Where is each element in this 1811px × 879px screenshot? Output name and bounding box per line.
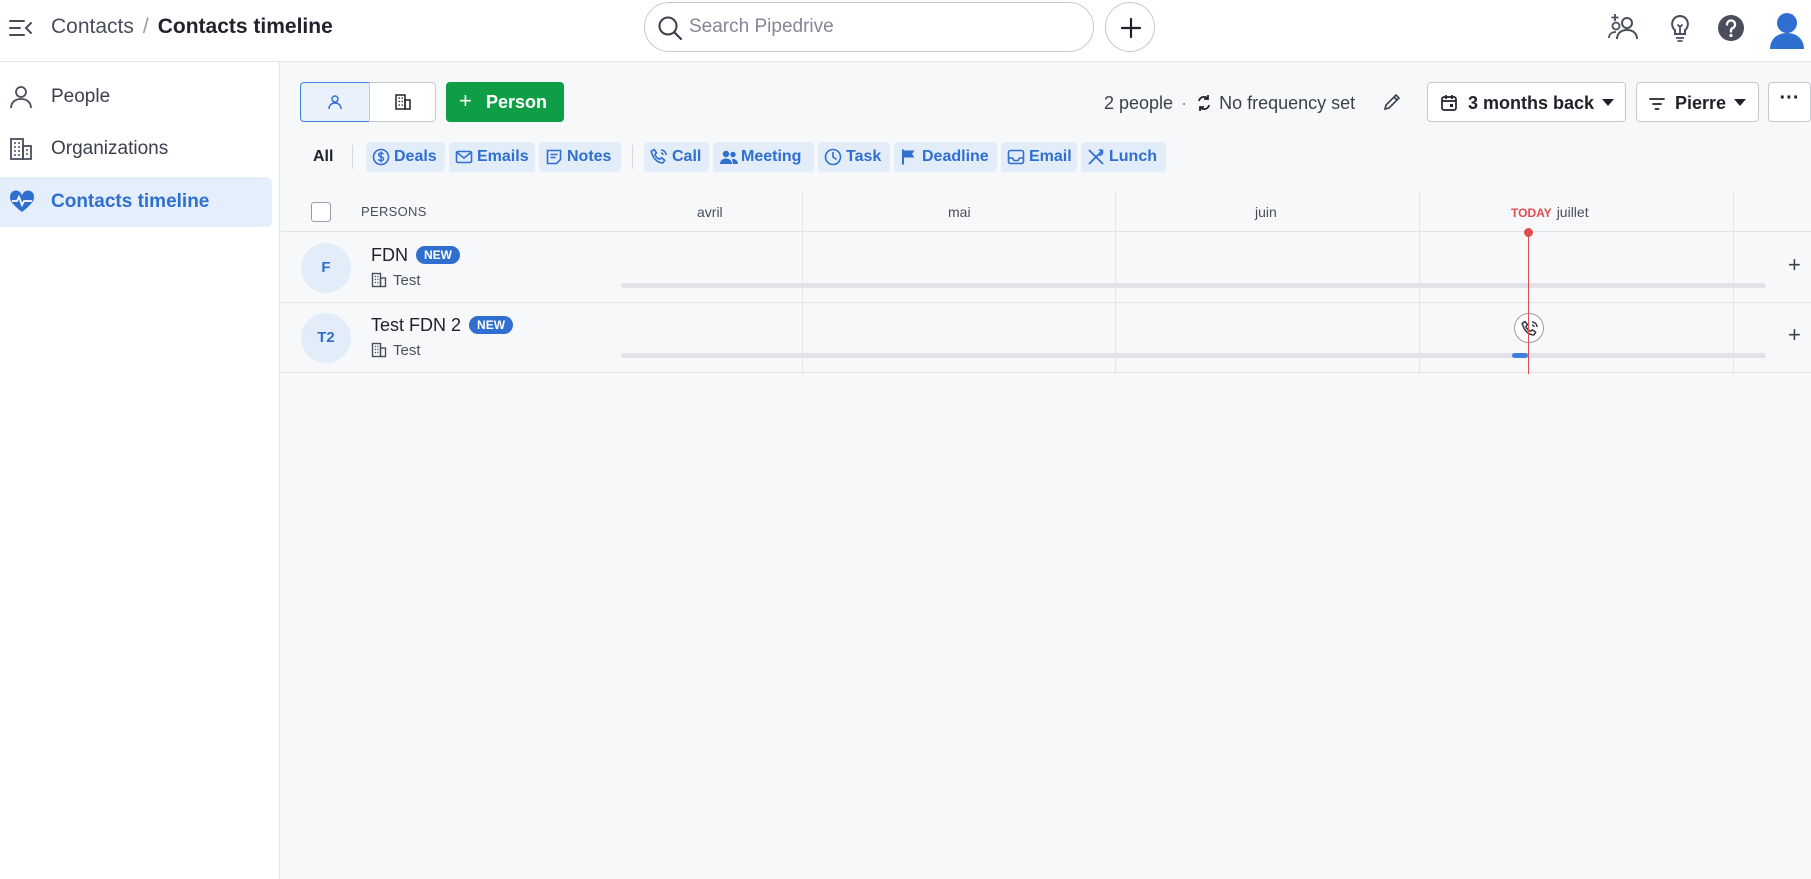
period-dropdown[interactable]: 3 months back	[1427, 82, 1626, 122]
filter-dropdown[interactable]: Pierre	[1636, 82, 1759, 122]
filter-all[interactable]: All	[313, 147, 333, 167]
flag-icon	[902, 149, 915, 165]
edit-frequency-icon[interactable]	[1382, 92, 1402, 112]
today-marker-dot	[1524, 228, 1533, 237]
more-options-button[interactable]: ···	[1768, 82, 1811, 122]
building-icon	[9, 137, 33, 161]
search-input[interactable]	[689, 11, 1079, 43]
new-badge: NEW	[469, 316, 514, 334]
month-label: mai	[948, 204, 971, 220]
sidebar: People Organizations Contacts timeline	[0, 62, 280, 879]
view-people-toggle[interactable]	[300, 82, 370, 122]
help-icon[interactable]	[1715, 12, 1747, 44]
divider	[352, 145, 353, 169]
menu-collapse-icon[interactable]	[9, 17, 33, 39]
sidebar-item-organizations[interactable]: Organizations	[0, 124, 272, 174]
envelope-icon	[455, 150, 473, 164]
month-label: juin	[1255, 204, 1277, 220]
filter-chip-call[interactable]: Call	[644, 142, 709, 172]
building-icon	[371, 272, 387, 288]
today-label: TODAY	[1511, 206, 1552, 220]
clock-icon	[824, 148, 842, 166]
activity-track	[621, 353, 1766, 358]
filter-chip-deals[interactable]: Deals	[366, 142, 445, 172]
activity-track	[621, 283, 1766, 288]
utensils-icon	[1088, 149, 1104, 165]
breadcrumb: Contacts / Contacts timeline	[51, 14, 333, 40]
breadcrumb-contacts[interactable]: Contacts	[51, 15, 134, 38]
select-all-checkbox[interactable]	[311, 202, 331, 222]
contacts-timeline-grid: PERSONS avril mai juin TODAY juillet F FD…	[281, 192, 1811, 374]
people-icon	[720, 150, 738, 164]
sidebar-item-label: People	[51, 86, 111, 107]
divider	[632, 145, 633, 169]
calendar-icon	[1441, 95, 1457, 111]
filter-chip-meeting[interactable]: Meeting	[713, 142, 814, 172]
call-activity-marker[interactable]	[1514, 313, 1544, 343]
building-icon	[394, 94, 411, 110]
sidebar-item-label: Organizations	[51, 138, 169, 159]
persons-column-header: PERSONS	[361, 204, 427, 219]
new-badge: NEW	[416, 246, 460, 264]
filter-chip-emails[interactable]: Emails	[449, 142, 535, 172]
caret-down-icon	[1734, 99, 1747, 106]
table-row: T2 Test FDN 2 NEW Test +	[281, 303, 1811, 373]
add-activity-icon[interactable]: +	[1788, 324, 1801, 346]
person-name[interactable]: Test FDN 2 NEW	[371, 314, 514, 336]
phone-icon	[650, 148, 667, 164]
person-name[interactable]: FDN NEW	[371, 244, 460, 266]
avatar: T2	[301, 313, 351, 363]
sidebar-item-contacts-timeline[interactable]: Contacts timeline	[0, 177, 272, 227]
heart-pulse-icon	[9, 190, 35, 214]
frequency-label: No frequency set	[1219, 93, 1356, 113]
plus-icon: +	[459, 88, 472, 113]
table-row: F FDN NEW Test +	[281, 233, 1811, 303]
quick-add-button[interactable]	[1105, 2, 1155, 52]
person-organization[interactable]: Test	[371, 272, 421, 290]
phone-icon	[1521, 320, 1538, 336]
user-avatar-icon[interactable]	[1767, 9, 1807, 49]
top-bar: Contacts / Contacts timeline	[0, 0, 1811, 62]
lightbulb-icon[interactable]	[1664, 12, 1696, 44]
note-icon	[546, 149, 562, 165]
today-marker-line	[1528, 232, 1529, 374]
caret-down-icon	[1602, 99, 1615, 106]
filter-chip-notes[interactable]: Notes	[539, 142, 621, 172]
add-activity-icon[interactable]: +	[1788, 254, 1801, 276]
people-count: 2 people	[1104, 93, 1174, 113]
person-icon	[328, 95, 342, 110]
filter-chip-deadline[interactable]: Deadline	[894, 142, 997, 172]
search-box	[644, 2, 1094, 52]
invite-users-icon[interactable]	[1608, 12, 1640, 44]
filter-chip-lunch[interactable]: Lunch	[1081, 142, 1166, 172]
dollar-icon	[372, 148, 390, 166]
breadcrumb-separator: /	[142, 15, 149, 38]
sidebar-item-label: Contacts timeline	[51, 191, 210, 212]
building-icon	[371, 342, 387, 358]
filter-chip-task[interactable]: Task	[818, 142, 890, 172]
activity-progress	[1512, 353, 1528, 358]
search-icon	[658, 16, 683, 41]
view-organizations-toggle[interactable]	[369, 82, 436, 122]
page-title: Contacts timeline	[157, 15, 333, 38]
avatar: F	[301, 243, 351, 293]
filter-icon	[1649, 98, 1665, 110]
plus-icon	[1120, 17, 1142, 39]
timeline-header: PERSONS avril mai juin TODAY juillet	[281, 192, 1811, 232]
month-label: avril	[697, 204, 723, 220]
month-label-current: TODAY juillet	[1511, 204, 1589, 220]
person-organization[interactable]: Test	[371, 342, 421, 360]
frequency-icon	[1195, 94, 1213, 117]
sidebar-item-people[interactable]: People	[0, 72, 272, 122]
person-icon	[9, 85, 33, 109]
filter-chip-email[interactable]: Email	[1001, 142, 1077, 172]
timeline-summary: 2 people · No frequency set	[1104, 92, 1355, 117]
add-person-button[interactable]: + Person	[446, 82, 564, 122]
inbox-icon	[1007, 149, 1025, 165]
